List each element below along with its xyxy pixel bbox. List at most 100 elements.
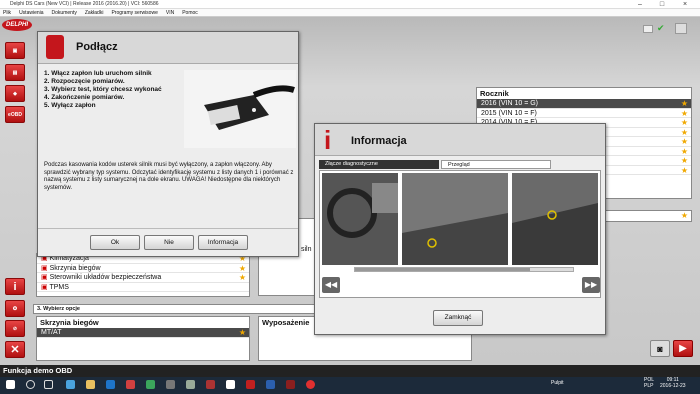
car-interior-photo-2 bbox=[402, 173, 508, 265]
keyboard-label: PLP bbox=[644, 383, 654, 389]
connect-dialog-header: Podłącz bbox=[38, 32, 298, 64]
close-window-button[interactable]: × bbox=[675, 0, 695, 9]
app-icon[interactable] bbox=[126, 380, 135, 389]
connect-body-text: Podczas kasowania kodów usterek silnik m… bbox=[44, 162, 294, 191]
list-item[interactable]: ▣ Skrzynia biegów ★ bbox=[37, 264, 249, 273]
vehicle-select-icon[interactable]: ▤ bbox=[5, 64, 25, 81]
list-item[interactable]: ▣ TPMS bbox=[37, 283, 249, 292]
year-label: 2016 (VIN 10 = G) bbox=[481, 100, 539, 107]
info-dialog-header: i Informacja bbox=[315, 124, 605, 156]
menu-vin[interactable]: VIN bbox=[166, 10, 174, 16]
status-bar: Funkcja demo OBD bbox=[0, 365, 700, 377]
list-item[interactable]: 2016 (VIN 10 = G) ★ bbox=[477, 99, 691, 109]
obd-connector-image bbox=[184, 70, 296, 148]
chrome-icon[interactable] bbox=[146, 380, 155, 389]
app-icon[interactable] bbox=[206, 380, 215, 389]
system-label: TPMS bbox=[49, 283, 69, 291]
scrollbar-thumb[interactable] bbox=[355, 268, 530, 271]
vci-status-icon bbox=[643, 25, 653, 33]
clock[interactable]: 09:11 2016-12-23 bbox=[660, 377, 686, 389]
obd-plug-icon bbox=[46, 35, 64, 59]
list-item[interactable]: 2015 (VIN 10 = F) ★ bbox=[477, 109, 691, 118]
app-icon[interactable] bbox=[246, 380, 255, 389]
divider bbox=[38, 228, 298, 229]
photo-strip: ◀◀ ▶▶ bbox=[319, 170, 601, 298]
next-arrow-button[interactable]: ▶ bbox=[673, 340, 693, 357]
word-icon[interactable] bbox=[266, 380, 275, 389]
close-button[interactable]: Zamknąć bbox=[433, 310, 483, 326]
exit-icon[interactable]: ✕ bbox=[5, 341, 25, 358]
connect-dialog-title: Podłącz bbox=[76, 41, 118, 53]
search-icon[interactable] bbox=[26, 380, 35, 389]
menu-service[interactable]: Programy serwisowe bbox=[111, 10, 157, 16]
task-view-icon[interactable] bbox=[44, 380, 53, 389]
tab-overview[interactable]: Przegląd bbox=[441, 160, 551, 169]
info-dialog-title: Informacja bbox=[351, 135, 407, 147]
folder-icon[interactable] bbox=[86, 380, 95, 389]
app-icon[interactable] bbox=[306, 380, 315, 389]
desktop-label: Pulpit bbox=[551, 380, 564, 386]
delphi-logo: DELPHI bbox=[2, 19, 32, 31]
tab-diagnostic-connector[interactable]: Złącze diagnostyczne bbox=[319, 160, 439, 169]
favorite-star-icon: ★ bbox=[680, 146, 688, 156]
favorite-star-icon: ★ bbox=[680, 211, 688, 220]
app-icon[interactable] bbox=[226, 380, 235, 389]
ok-button[interactable]: Ok bbox=[90, 235, 140, 250]
info-icon[interactable]: i bbox=[5, 278, 25, 295]
app-icon[interactable] bbox=[66, 380, 75, 389]
scrollbar[interactable] bbox=[354, 267, 574, 272]
favorite-star-icon: ★ bbox=[680, 127, 688, 137]
maximize-button[interactable]: □ bbox=[652, 0, 672, 9]
menu-bar: Plik Ustawienia Dokumenty Zakładki Programy … bbox=[0, 9, 700, 17]
app-icon[interactable] bbox=[166, 380, 175, 389]
next-photo-button[interactable]: ▶▶ bbox=[582, 277, 600, 293]
menu-help[interactable]: Pomoc bbox=[182, 10, 198, 16]
no-button[interactable]: Nie bbox=[144, 235, 194, 250]
info-dialog: i Informacja Złącze diagnostyczne Przegl… bbox=[314, 123, 606, 335]
car-interior-photo-1 bbox=[322, 173, 398, 265]
favorite-star-icon: ★ bbox=[680, 165, 688, 175]
menu-bookmarks[interactable]: Zakładki bbox=[85, 10, 104, 16]
menu-settings[interactable]: Ustawienia bbox=[19, 10, 43, 16]
year-label: 2015 (VIN 10 = F) bbox=[481, 109, 537, 117]
screen-icon[interactable] bbox=[675, 23, 687, 34]
menu-documents[interactable]: Dokumenty bbox=[52, 10, 77, 16]
prev-arrow-button[interactable]: ◀◀ bbox=[322, 277, 340, 293]
gearbox-header: Skrzynia biegów bbox=[40, 318, 99, 327]
safety-icon: ▣ bbox=[41, 274, 50, 281]
favorite-star-icon: ★ bbox=[680, 99, 688, 108]
window-titlebar: Delphi DS Cars (New VCI) | Release 2016 … bbox=[0, 0, 700, 9]
connect-dialog: Podłącz 1. Włącz zapłon lub uruchom siln… bbox=[37, 31, 299, 257]
step-2: 2. Rozpoczęcie pomiarów. bbox=[44, 78, 125, 85]
car-side-icon[interactable]: ◆ bbox=[5, 85, 25, 102]
info-button[interactable]: Informacja bbox=[198, 235, 248, 250]
favorite-star-icon: ★ bbox=[680, 156, 688, 165]
window-title: Delphi DS Cars (New VCI) | Release 2016 … bbox=[10, 1, 159, 7]
system-label: Sterowniki układów bezpieczeństwa bbox=[49, 274, 162, 281]
no-entry-icon[interactable]: ⊘ bbox=[5, 320, 25, 337]
camera-button[interactable]: ◙ bbox=[650, 340, 670, 357]
step-5: 5. Wyłącz zapłon bbox=[44, 102, 96, 109]
gearbox-panel: Skrzynia biegów MT/AT ★ bbox=[36, 316, 250, 361]
windows-start-icon[interactable] bbox=[6, 380, 15, 389]
step-3: 3. Wybierz test, który chcesz wykonać bbox=[44, 86, 162, 93]
year-header: Rocznik bbox=[480, 89, 509, 98]
tools-icon[interactable]: ✪ bbox=[5, 300, 25, 317]
menu-file[interactable]: Plik bbox=[3, 10, 11, 16]
favorite-star-icon: ★ bbox=[238, 328, 246, 337]
partial-text: siln bbox=[301, 246, 312, 253]
app-icon[interactable] bbox=[186, 380, 195, 389]
eobd-button[interactable]: eOBD bbox=[5, 106, 25, 123]
step-1: 1. Włącz zapłon lub uruchom silnik bbox=[44, 70, 152, 77]
app-icon[interactable] bbox=[286, 380, 295, 389]
language-indicator[interactable]: POL PLP bbox=[644, 377, 654, 389]
list-item[interactable]: MT/AT ★ bbox=[37, 328, 249, 338]
gearbox-value: MT/AT bbox=[41, 329, 62, 336]
info-large-icon: i bbox=[324, 125, 332, 155]
app-icon[interactable] bbox=[106, 380, 115, 389]
connect-steps: 1. Włącz zapłon lub uruchom silnik 2. Ro… bbox=[44, 70, 194, 110]
connection-check-icon: ✔ bbox=[657, 23, 665, 33]
minimize-button[interactable]: – bbox=[630, 0, 650, 9]
list-item[interactable]: ▣ Sterowniki układów bezpieczeństwa ★ bbox=[37, 273, 249, 283]
car-icon[interactable]: ▣ bbox=[5, 42, 25, 59]
